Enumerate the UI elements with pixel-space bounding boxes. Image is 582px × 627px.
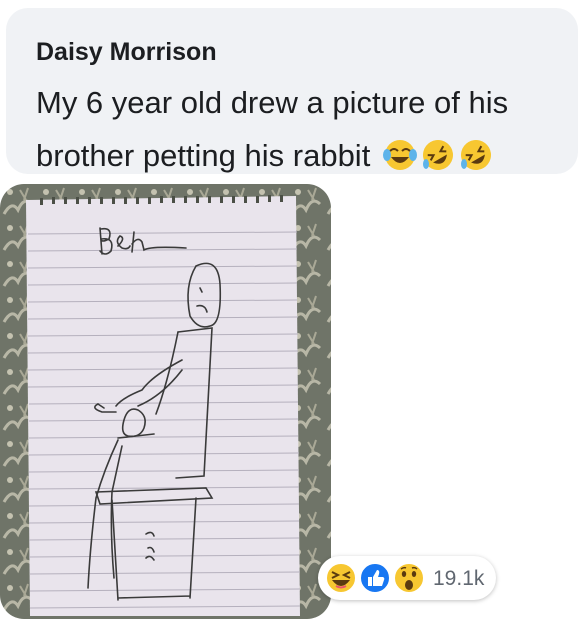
rolling-laughing-emoji-icon — [421, 135, 455, 170]
attached-photo[interactable] — [0, 184, 331, 619]
comment-text: My 6 year old drew a picture of his brot… — [36, 76, 581, 182]
like-reaction-icon — [358, 561, 392, 595]
wow-reaction-icon — [392, 561, 426, 595]
reactions-summary[interactable]: 19.1k — [318, 556, 496, 600]
comment-author-name[interactable]: Daisy Morrison — [36, 38, 217, 67]
drawing-paper — [26, 195, 301, 616]
comment-bubble: Daisy Morrison My 6 year old drew a pict… — [6, 8, 578, 174]
haha-reaction-icon — [324, 561, 358, 595]
reactions-count: 19.1k — [433, 567, 485, 590]
tears-of-joy-emoji-icon — [382, 135, 417, 170]
rolling-laughing-emoji-icon — [459, 135, 493, 170]
